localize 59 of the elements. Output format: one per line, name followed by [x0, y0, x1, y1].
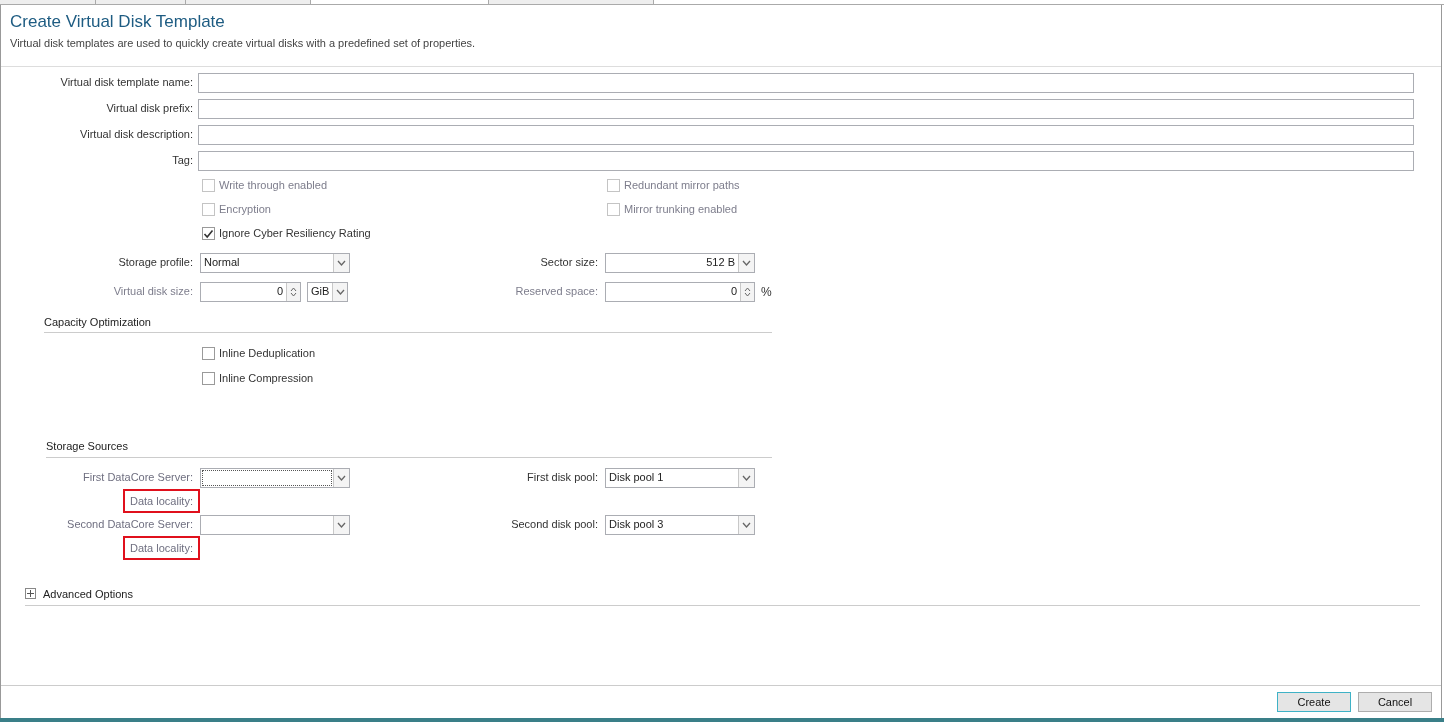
caret-icon [337, 259, 346, 266]
field-label: Virtual disk prefix: [105, 101, 193, 117]
section-heading: Advanced Options [43, 586, 133, 602]
caret-icon [742, 259, 751, 266]
dropdown[interactable]: 512 B [605, 252, 755, 273]
text-field[interactable] [198, 72, 1414, 93]
text-field[interactable] [198, 98, 1414, 119]
checkbox-label: Mirror trunking enabled [624, 202, 738, 218]
dialog-button[interactable]: Cancel [1358, 692, 1432, 712]
unit-label: % [761, 283, 772, 301]
caret-icon [337, 521, 346, 528]
checkbox-label: Inline Deduplication [219, 345, 315, 361]
checkbox-label: Redundant mirror paths [624, 178, 740, 194]
caret-icon [742, 474, 751, 481]
dropdown-arrow-button[interactable] [333, 515, 349, 534]
caret-icon [335, 288, 345, 295]
field-label: First DataCore Server: [81, 470, 193, 486]
checkmark-icon [203, 228, 214, 239]
section-heading: Capacity Optimization [44, 315, 151, 328]
field-label: Data locality: [123, 489, 200, 513]
checkbox-label: Inline Compression [219, 370, 314, 386]
checkbox-label: Encryption [219, 202, 271, 218]
dropdown[interactable] [200, 467, 350, 488]
section-heading: Storage Sources [46, 440, 128, 452]
field-label: Second disk pool: [510, 517, 598, 533]
checkbox[interactable] [202, 371, 215, 385]
dialog-button[interactable]: Create [1277, 692, 1351, 712]
spin-buttons[interactable] [286, 282, 300, 301]
field-label: Virtual disk size: [112, 284, 193, 300]
dropdown[interactable]: Normal [200, 252, 350, 273]
dropdown-arrow-button[interactable] [333, 468, 349, 487]
dropdown-arrow-button[interactable] [738, 515, 754, 534]
field-label: Data locality: [123, 536, 200, 560]
dropdown-arrow-button[interactable] [738, 253, 754, 272]
text-field[interactable] [198, 150, 1414, 171]
dropdown-arrow-button[interactable] [333, 253, 349, 272]
field-label: Storage profile: [117, 255, 193, 271]
expand-icon[interactable] [25, 588, 36, 600]
field-label: Virtual disk description: [79, 127, 193, 143]
field-label: Second DataCore Server: [66, 517, 193, 533]
field-label: First disk pool: [526, 470, 598, 486]
field-label: Sector size: [539, 255, 598, 271]
caret-icon [337, 474, 346, 481]
checkbox-label: Ignore Cyber Resiliency Rating [219, 226, 371, 242]
text-field[interactable] [198, 124, 1414, 145]
dropdown[interactable]: Disk pool 1 [605, 467, 755, 488]
caret-icon [742, 521, 751, 528]
page-title: Create Virtual Disk Template [10, 11, 226, 33]
field-label: Tag: [171, 153, 193, 169]
field-label: Reserved space: [514, 284, 598, 300]
checkbox[interactable] [202, 346, 215, 360]
checkbox[interactable] [202, 227, 215, 240]
field-label: Virtual disk template name: [59, 75, 193, 91]
checkbox-label: Write through enabled [219, 178, 328, 194]
dropdown-arrow-button[interactable] [738, 468, 754, 487]
dropdown-arrow-button[interactable] [332, 282, 347, 301]
spin-buttons[interactable] [740, 282, 754, 301]
page-subtitle: Virtual disk templates are used to quickly create virtual disks with a predefined set of properties. [10, 36, 477, 51]
dropdown[interactable]: Disk pool 3 [605, 514, 755, 535]
